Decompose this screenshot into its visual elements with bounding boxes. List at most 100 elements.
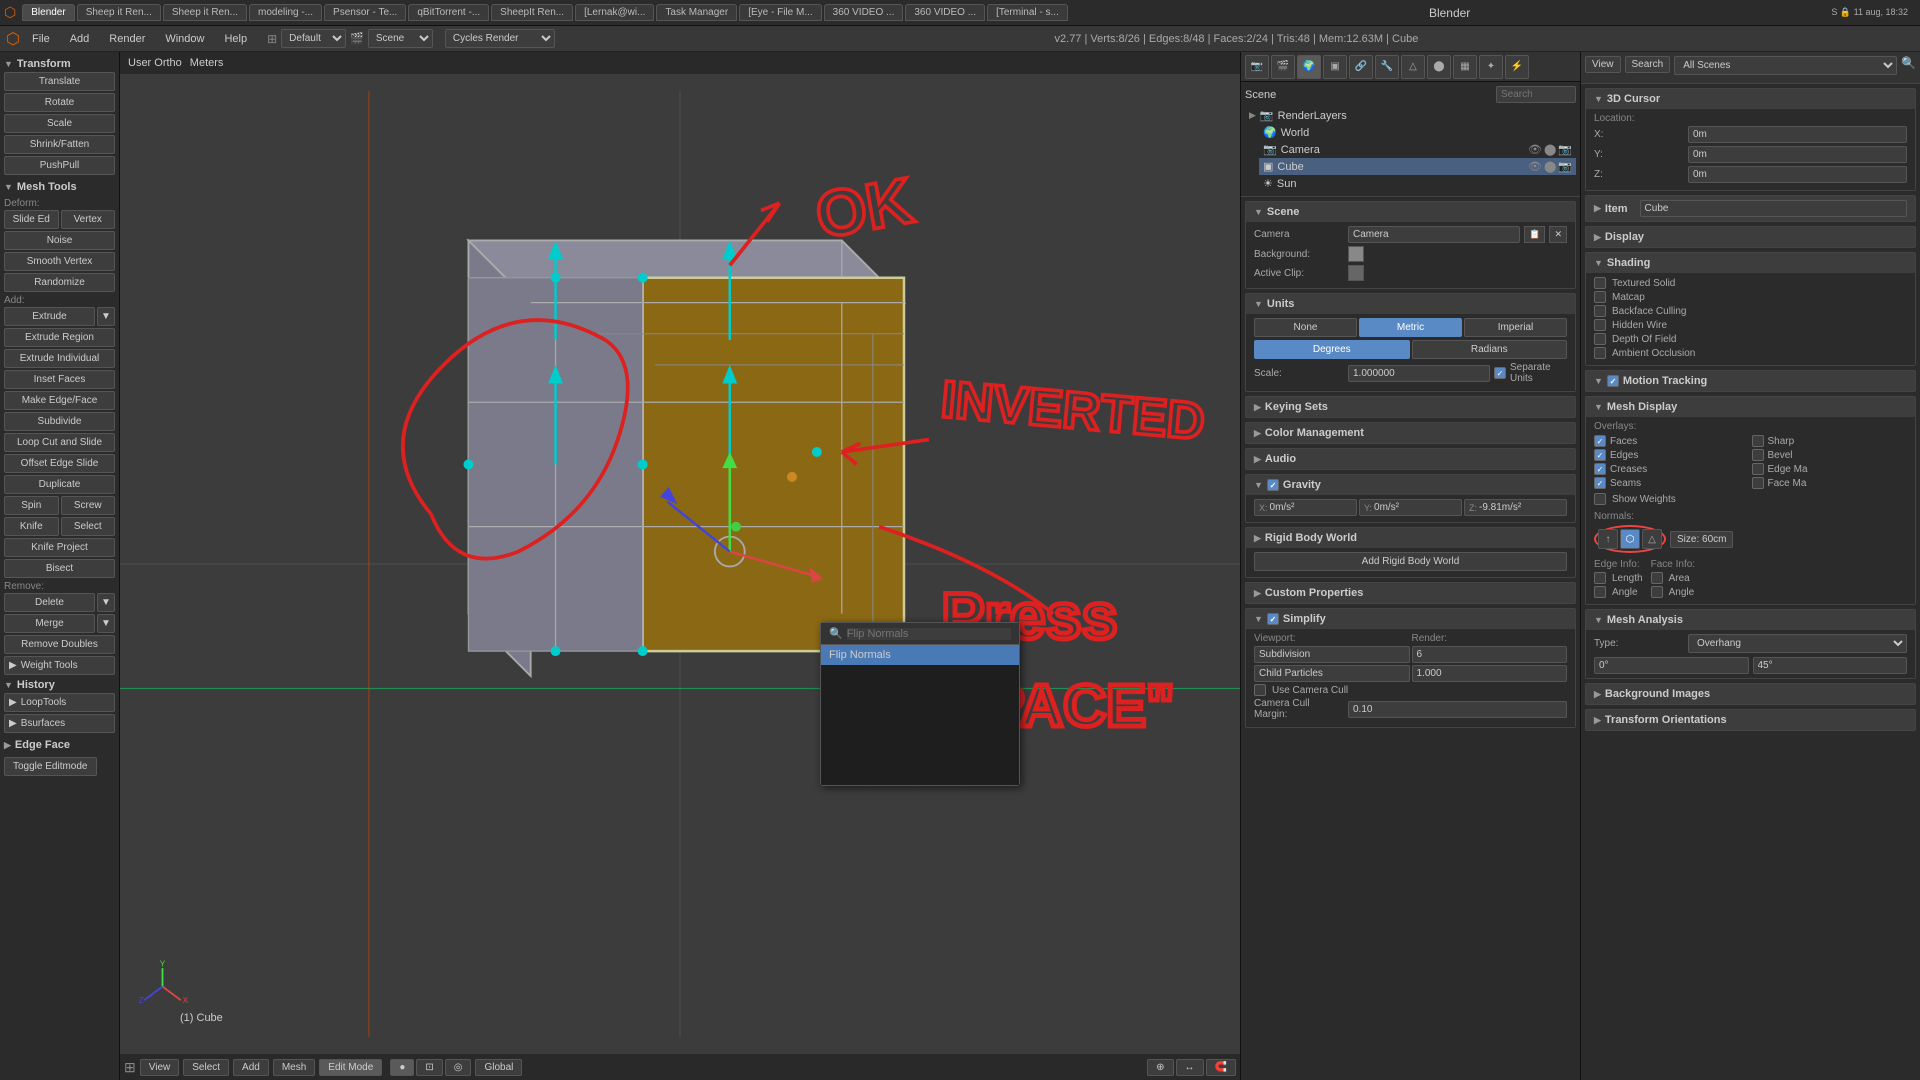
tree-sun[interactable]: ☀ Sun [1259,175,1576,192]
duplicate-btn[interactable]: Duplicate [4,475,115,494]
wire-shading-btn[interactable]: ⊡ [416,1059,442,1076]
menu-window[interactable]: Window [157,31,212,47]
transform-section-header[interactable]: ▼ Transform [4,56,115,72]
world-icon[interactable]: 🌍 [1297,55,1321,79]
delete-btn[interactable]: Delete [4,593,95,612]
flip-normals-item[interactable]: Flip Normals [821,645,1019,665]
gravity-checkbox[interactable]: ✓ [1267,479,1279,491]
slide-ed-btn[interactable]: Slide Ed [4,210,59,229]
child-particles-render[interactable]: 1.000 [1412,665,1568,682]
seams-cb[interactable]: ✓ [1594,477,1606,489]
remove-doubles-btn[interactable]: Remove Doubles [4,635,115,654]
simplify-checkbox[interactable]: ✓ [1267,613,1279,625]
face-normals-btn[interactable]: ⬡ [1620,529,1640,549]
mesh-tools-section-header[interactable]: ▼ Mesh Tools [4,179,115,195]
tab-blender[interactable]: Blender [22,4,74,21]
modifiers-icon[interactable]: 🔧 [1375,55,1399,79]
scene-select[interactable]: Scene [368,29,433,48]
show-weights-cb[interactable] [1594,493,1606,505]
units-radians-btn[interactable]: Radians [1412,340,1568,359]
subdivision-viewport-field[interactable]: Subdivision [1254,646,1410,663]
physics-icon[interactable]: ⚡ [1505,55,1529,79]
make-edge-face-btn[interactable]: Make Edge/Face [4,391,115,410]
textured-solid-cb[interactable] [1594,277,1606,289]
merge-btn[interactable]: Merge [4,614,95,633]
viewport-canvas[interactable]: OK INVERTED Press "SPACE" [120,74,1240,1054]
color-management-header[interactable]: ▶ Color Management [1246,423,1575,443]
tab-lernak[interactable]: [Lernak@wi... [575,4,654,21]
select-icon[interactable]: ⬤ [1544,143,1556,156]
normals-size-display[interactable]: Size: 60cm [1670,531,1733,548]
view-search-btn[interactable]: View [1585,56,1621,73]
face-ma-cb[interactable] [1752,477,1764,489]
randomize-btn[interactable]: Randomize [4,273,115,292]
cursor-y-input[interactable] [1688,146,1907,163]
display-header[interactable]: ▶ Display [1586,227,1915,247]
units-metric-btn[interactable]: Metric [1359,318,1462,337]
motion-tracking-header[interactable]: ▼ ✓ Motion Tracking [1586,371,1915,391]
transform-orient-header[interactable]: ▶ Transform Orientations [1586,710,1915,730]
gravity-y-field[interactable]: Y: 0m/s² [1359,499,1462,516]
offset-edge-slide-btn[interactable]: Offset Edge Slide [4,454,115,473]
item-section-header[interactable]: ▶ Item [1586,196,1915,221]
extrude-region-btn[interactable]: Extrude Region [4,328,115,347]
sharp-cb[interactable] [1752,435,1764,447]
tree-world[interactable]: 🌍 World [1259,124,1576,141]
scale-input[interactable] [1348,365,1490,382]
ambient-cb[interactable] [1594,347,1606,359]
cursor-x-input[interactable] [1688,126,1907,143]
add-rigid-body-btn[interactable]: Add Rigid Body World [1254,552,1567,571]
bisect-btn[interactable]: Bisect [4,559,115,578]
footer-select-btn[interactable]: Select [183,1059,229,1076]
tab-modeling[interactable]: modeling -... [249,4,322,21]
tab-qbittorrent[interactable]: qBitTorrent -... [408,4,489,21]
material-icon[interactable]: ⬤ [1427,55,1451,79]
item-name-input[interactable] [1640,200,1907,217]
menu-help[interactable]: Help [216,31,255,47]
knife-project-btn[interactable]: Knife Project [4,538,115,557]
rendered-shading-btn[interactable]: ◎ [445,1059,472,1076]
scene-section-header[interactable]: ▼ Scene [1246,202,1575,222]
tree-cube[interactable]: ▣ Cube 👁 ⬤ 📷 [1259,158,1576,175]
toggle-edit-mode-btn[interactable]: Toggle Editmode [4,757,97,776]
tab-sheep1[interactable]: Sheep it Ren... [77,4,161,21]
footer-view-btn[interactable]: View [140,1059,180,1076]
cube-select-icon[interactable]: ⬤ [1544,160,1556,173]
select-btn[interactable]: Select [61,517,116,536]
spin-btn[interactable]: Spin [4,496,59,515]
knife-btn[interactable]: Knife [4,517,59,536]
scene-icon[interactable]: 🎬 [1271,55,1295,79]
matcap-cb[interactable] [1594,291,1606,303]
particles-icon[interactable]: ✦ [1479,55,1503,79]
gravity-z-field[interactable]: Z: -9.81m/s² [1464,499,1567,516]
hidden-wire-cb[interactable] [1594,319,1606,331]
edges-cb[interactable]: ✓ [1594,449,1606,461]
tab-taskmanager[interactable]: Task Manager [656,4,737,21]
global-btn[interactable]: Global [475,1059,522,1076]
footer-edit-mode-btn[interactable]: Edit Mode [319,1059,382,1076]
pivot-btn[interactable]: ⊕ [1147,1059,1173,1076]
creases-cb[interactable]: ✓ [1594,463,1606,475]
edge-ma-cb[interactable] [1752,463,1764,475]
cube-render-icon[interactable]: 📷 [1558,160,1572,173]
motion-tracking-cb[interactable]: ✓ [1607,375,1619,387]
camera-input[interactable] [1348,226,1520,243]
cube-eye-icon[interactable]: 👁 [1528,160,1542,173]
loop-tools-btn[interactable]: ▶ LoopTools [4,693,115,712]
edge-face-section-header[interactable]: ▶ Edge Face [4,737,115,753]
manip-btn[interactable]: ↔ [1176,1059,1204,1076]
vertex-btn[interactable]: Vertex [61,210,116,229]
merge-dropdown[interactable]: ▼ [97,614,115,633]
rotate-btn[interactable]: Rotate [4,93,115,112]
menu-file[interactable]: File [24,31,58,47]
depth-field-cb[interactable] [1594,333,1606,345]
camera-browse-btn[interactable]: 📋 [1524,226,1545,243]
constraints-icon[interactable]: 🔗 [1349,55,1373,79]
cursor-section-header[interactable]: ▼ 3D Cursor [1586,89,1915,109]
footer-add-btn[interactable]: Add [233,1059,269,1076]
units-none-btn[interactable]: None [1254,318,1357,337]
units-degrees-btn[interactable]: Degrees [1254,340,1410,359]
snap-btn[interactable]: 🧲 [1206,1059,1236,1076]
faces-cb[interactable]: ✓ [1594,435,1606,447]
all-scenes-select[interactable]: All Scenes [1674,56,1897,75]
